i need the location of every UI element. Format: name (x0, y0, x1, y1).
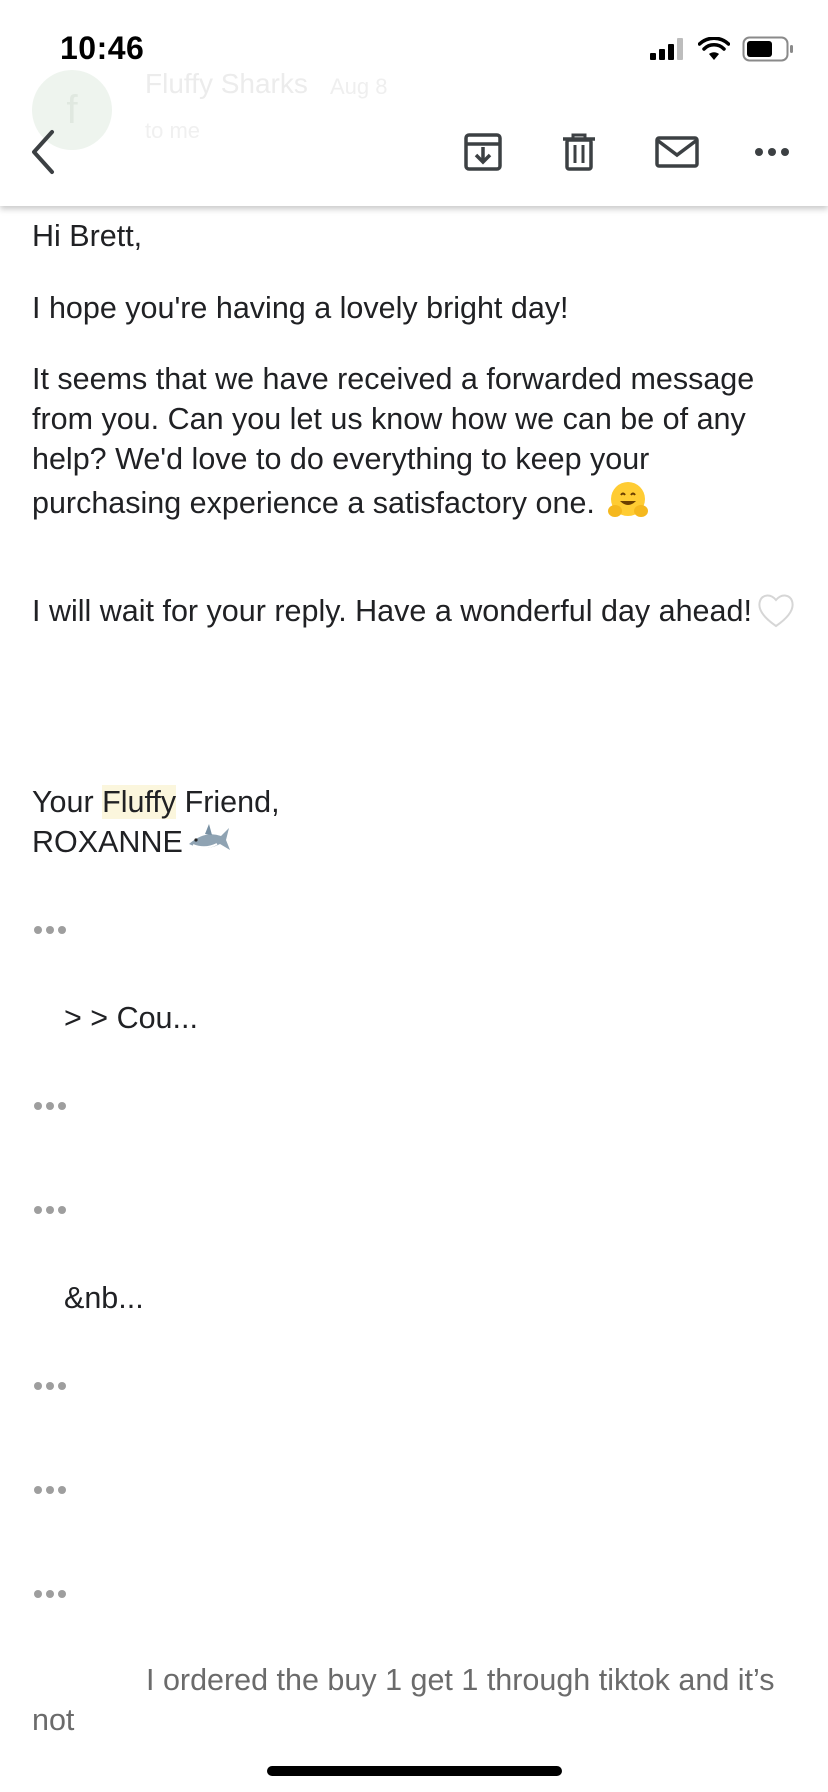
signoff-prefix: Your (32, 785, 103, 819)
quoted-snippet-1: > > Cou... (64, 1001, 198, 1035)
show-quoted-text-button[interactable] (32, 1099, 72, 1113)
status-icons (650, 36, 794, 62)
shark-emoji-icon (187, 822, 231, 870)
more-horizontal-icon (34, 1590, 66, 1598)
back-button[interactable] (26, 126, 66, 178)
quoted-snippet-2: &nb... (64, 1281, 144, 1315)
more-horizontal-icon (34, 1102, 66, 1110)
chevron-left-icon (32, 130, 54, 174)
show-quoted-text-button[interactable] (32, 1483, 72, 1497)
signoff-suffix: Friend, (176, 785, 280, 819)
more-horizontal-icon (34, 1382, 66, 1390)
home-indicator[interactable] (267, 1766, 562, 1776)
mail-icon (655, 136, 699, 168)
body-paragraph-3: I will wait for your reply. Have a wonde… (32, 591, 802, 639)
white-heart-emoji-icon (756, 591, 796, 639)
more-horizontal-icon (34, 926, 66, 934)
status-time: 10:46 (60, 30, 145, 66)
more-horizontal-icon (34, 1206, 66, 1214)
signoff: Your Fluffy Friend, (32, 782, 280, 822)
more-horizontal-icon (34, 1486, 66, 1494)
paragraph-3-text: I will wait for your reply. Have a wonde… (32, 594, 752, 628)
show-quoted-text-button[interactable] (32, 1587, 72, 1601)
body-line-1: I hope you're having a lovely bright day… (32, 291, 569, 325)
delete-button[interactable] (555, 128, 603, 176)
cellular-signal-icon (650, 38, 683, 60)
more-options-button[interactable] (748, 128, 796, 176)
signature: ROXANNE (32, 822, 231, 870)
status-bar: 10:46 (0, 0, 828, 96)
recipient-label: to me (145, 118, 201, 143)
body-paragraph-2: It seems that we have received a forward… (32, 359, 802, 531)
archive-icon (464, 133, 502, 171)
wifi-icon (698, 37, 730, 60)
archive-button[interactable] (459, 128, 507, 176)
highlighted-word: Fluffy (102, 785, 177, 819)
trash-icon (563, 133, 595, 171)
battery-icon (742, 36, 793, 62)
signature-name: ROXANNE (32, 825, 183, 859)
more-horizontal-icon (755, 148, 789, 156)
quoted-message-preview: I ordered the buy 1 get 1 through tiktok… (32, 1663, 775, 1737)
greeting: Hi Brett, (32, 219, 143, 253)
hugging-face-emoji-icon (607, 479, 649, 531)
show-quoted-text-button[interactable] (32, 1379, 72, 1393)
mark-unread-button[interactable] (652, 128, 702, 176)
show-quoted-text-button[interactable] (32, 1203, 72, 1217)
show-quoted-text-button[interactable] (32, 923, 72, 937)
